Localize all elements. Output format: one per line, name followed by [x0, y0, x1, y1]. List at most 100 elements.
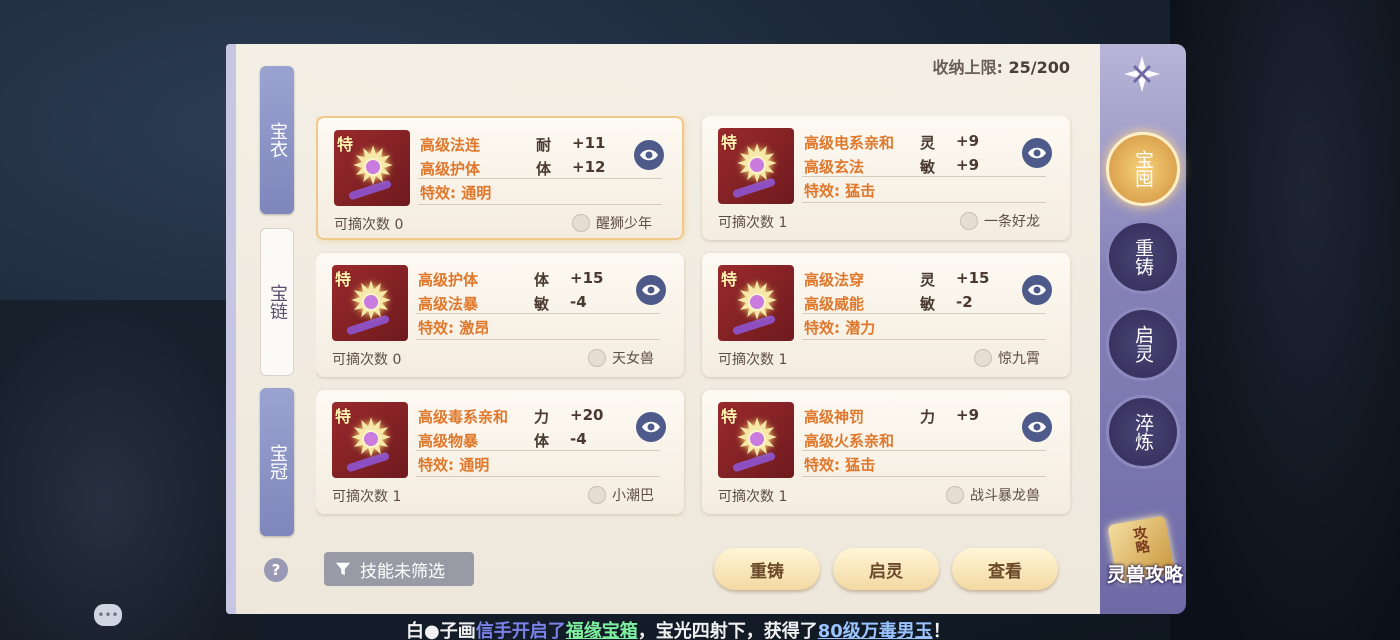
preview-button[interactable] — [1022, 412, 1052, 442]
gem-core — [748, 156, 766, 174]
divider — [416, 339, 660, 340]
attr-row: 高级物暴 体 -4 — [418, 430, 587, 451]
nav-awaken[interactable]: 启灵 — [1106, 307, 1180, 381]
broadcast-player: 白●子画 — [406, 621, 476, 640]
attr-name: 高级法连 — [420, 136, 481, 154]
nav-bao-dun[interactable]: 宝囤 — [1106, 132, 1180, 206]
special-effect: 特效: 潜力 — [804, 319, 876, 337]
treasure-card[interactable]: ✹特高级电系亲和 灵 +9 高级玄法 敏 +9 特效: 猛击可摘次数 1 一条好龙 — [702, 116, 1070, 240]
stat-name: 体 — [534, 432, 550, 450]
remove-count: 可摘次数 0 — [334, 217, 404, 233]
treasure-thumbnail: ✹特 — [332, 265, 408, 341]
nav-label: 启灵 — [1132, 325, 1154, 363]
close-icon — [1124, 56, 1160, 92]
attr-row: 高级威能 敏 -2 — [804, 293, 973, 314]
divider — [418, 178, 662, 179]
divider — [416, 450, 660, 451]
attr-row: 高级电系亲和 灵 +9 — [804, 132, 979, 153]
treasure-card[interactable]: ✹特高级法穿 灵 +15 高级威能 敏 -2 特效: 潜力可摘次数 1 惊九霄 — [702, 253, 1070, 377]
stat-name: 敏 — [534, 295, 550, 313]
treasure-card[interactable]: ✹特高级法连 耐 +11 高级护体 体 +12 特效: 通明可摘次数 0 醒狮少年 — [316, 116, 684, 240]
divider — [802, 313, 1046, 314]
broadcast-item-link[interactable]: 80级万毒男玉 — [818, 621, 933, 640]
gem-core — [748, 293, 766, 311]
owner-pet: 醒狮少年 — [572, 213, 652, 233]
owner-name: 一条好龙 — [984, 214, 1040, 230]
divider — [802, 202, 1046, 203]
pet-avatar-icon — [588, 349, 606, 367]
divider — [802, 476, 1046, 477]
pet-avatar-icon — [588, 486, 606, 504]
stat-name: 体 — [534, 271, 550, 289]
owner-name: 惊九霄 — [998, 351, 1040, 367]
reforge-button[interactable]: 重铸 — [714, 548, 820, 590]
filter-label: 技能未筛选 — [360, 561, 445, 582]
chat-icon[interactable]: ••• — [94, 604, 122, 626]
stat-value: +12 — [572, 158, 606, 176]
tab-bao-lian[interactable]: 宝链 — [260, 228, 294, 376]
divider — [416, 476, 660, 477]
tab-label: 宝衣 — [267, 122, 288, 158]
attr-name: 高级法穿 — [804, 271, 865, 289]
preview-button[interactable] — [636, 412, 666, 442]
owner-pet: 天女兽 — [588, 348, 654, 368]
background-hill — [0, 300, 260, 640]
nav-label: 重铸 — [1132, 238, 1154, 276]
nav-refine[interactable]: 淬炼 — [1106, 395, 1180, 469]
remove-count: 可摘次数 0 — [332, 352, 402, 368]
special-tag: 特 — [335, 270, 352, 289]
treasure-thumbnail: ✹特 — [718, 265, 794, 341]
preview-button[interactable] — [636, 275, 666, 305]
treasure-thumbnail: ✹特 — [332, 402, 408, 478]
treasure-card[interactable]: ✹特高级护体 体 +15 高级法暴 敏 -4 特效: 激昂可摘次数 0 天女兽 — [316, 253, 684, 377]
gem-core — [748, 430, 766, 448]
eye-icon — [642, 421, 660, 433]
eye-icon — [640, 149, 658, 161]
broadcast-item-link[interactable]: 福缘宝箱 — [566, 621, 638, 640]
stat-value: -4 — [570, 293, 587, 311]
capacity-value: 25/200 — [1008, 58, 1070, 77]
pet-avatar-icon — [946, 486, 964, 504]
remove-count: 可摘次数 1 — [718, 215, 788, 231]
attr-row: 高级护体 体 +12 — [420, 158, 605, 179]
preview-button[interactable] — [1022, 138, 1052, 168]
awaken-button[interactable]: 启灵 — [833, 548, 939, 590]
special-tag: 特 — [335, 407, 352, 426]
special-tag: 特 — [721, 270, 738, 289]
stat-value: +20 — [570, 406, 604, 424]
stat-name: 力 — [534, 408, 550, 426]
capacity-label: 收纳上限: 25/200 — [933, 54, 1071, 78]
eye-icon — [1028, 284, 1046, 296]
stat-value: +15 — [956, 269, 990, 287]
attr-name: 高级神罚 — [804, 408, 865, 426]
tab-bao-guan[interactable]: 宝冠 — [260, 388, 294, 536]
stat-value: +9 — [956, 406, 980, 424]
special-effect: 特效: 通明 — [420, 184, 492, 202]
owner-pet: 战斗暴龙兽 — [946, 485, 1040, 505]
system-broadcast: 白●子画信手开启了福缘宝箱，宝光四射下，获得了80级万毒男玉！ — [406, 617, 951, 640]
view-button[interactable]: 查看 — [952, 548, 1058, 590]
nav-reforge[interactable]: 重铸 — [1106, 220, 1180, 294]
attr-name: 高级火系亲和 — [804, 432, 895, 450]
attr-row: 高级玄法 敏 +9 — [804, 156, 979, 177]
owner-pet: 一条好龙 — [960, 211, 1040, 231]
guide-label[interactable]: 灵兽攻略 — [1100, 560, 1190, 587]
treasure-card[interactable]: ✹特高级神罚 力 +9 高级火系亲和特效: 猛击可摘次数 1 战斗暴龙兽 — [702, 390, 1070, 514]
attr-name: 高级威能 — [804, 295, 865, 313]
attr-name: 高级法暴 — [418, 295, 479, 313]
skill-filter-button[interactable]: 技能未筛选 — [324, 552, 474, 586]
close-button[interactable] — [1120, 52, 1164, 96]
remove-count: 可摘次数 1 — [718, 489, 788, 505]
eye-icon — [1028, 147, 1046, 159]
tab-bao-yi[interactable]: 宝衣 — [260, 66, 294, 214]
attr-row: 高级神罚 力 +9 — [804, 406, 979, 427]
owner-name: 小潮巴 — [612, 488, 654, 504]
treasure-thumbnail: ✹特 — [718, 128, 794, 204]
help-button[interactable]: ? — [264, 558, 288, 582]
divider — [416, 313, 660, 314]
preview-button[interactable] — [634, 140, 664, 170]
pet-avatar-icon — [974, 349, 992, 367]
treasure-card[interactable]: ✹特高级毒系亲和 力 +20 高级物暴 体 -4 特效: 通明可摘次数 1 小潮巴 — [316, 390, 684, 514]
preview-button[interactable] — [1022, 275, 1052, 305]
remove-count: 可摘次数 1 — [332, 489, 402, 505]
